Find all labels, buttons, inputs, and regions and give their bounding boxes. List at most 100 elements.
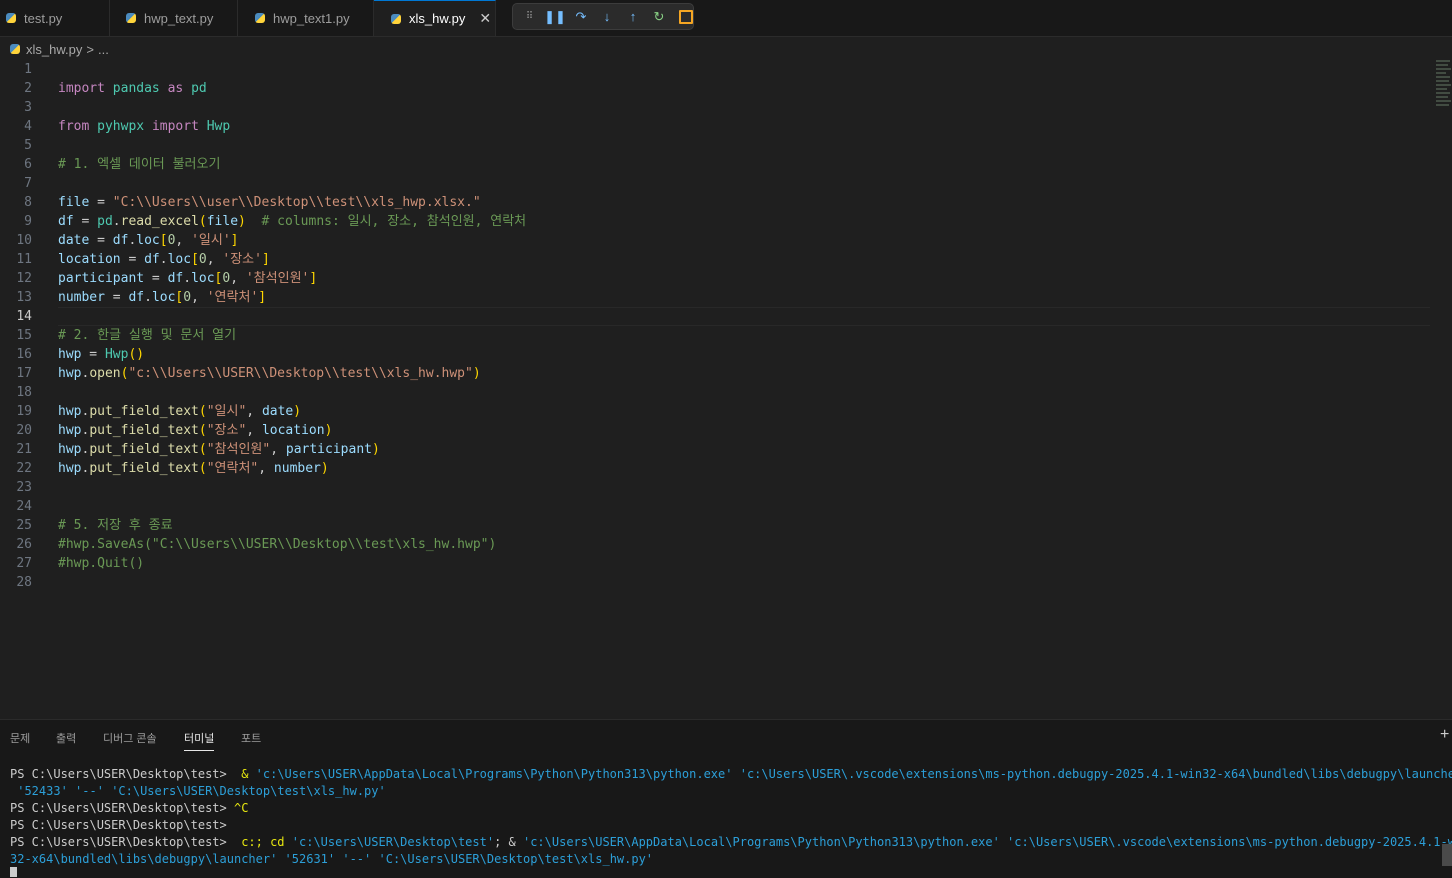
code-line[interactable]: 19 hwp.put_field_text("일시", date) xyxy=(0,402,1430,421)
line-number: 20 xyxy=(16,423,32,438)
line-number: 3 xyxy=(24,100,32,115)
line-number: 1 xyxy=(24,62,32,77)
line-number: 8 xyxy=(24,195,32,210)
minimap[interactable] xyxy=(1436,60,1452,116)
terminal-line: PS C:\Users\USER\Desktop\test> xyxy=(10,818,227,832)
line-number: 23 xyxy=(16,480,32,495)
code-line[interactable]: 2 import pandas as pd xyxy=(0,79,1430,98)
code-line[interactable]: 26 #hwp.SaveAs("C:\\Users\\USER\\Desktop\… xyxy=(0,535,1430,554)
code-line[interactable]: 18 xyxy=(0,383,1430,402)
code-editor[interactable]: 1 2 import pandas as pd 3 4 from pyhwpx impor… xyxy=(0,60,1430,620)
drag-handle-icon[interactable]: ⠿ xyxy=(519,7,539,27)
line-number: 17 xyxy=(16,366,32,381)
tab-test-py[interactable]: test.py xyxy=(0,0,110,36)
code-text: location = df.loc[0, '장소'] xyxy=(58,252,270,267)
breadcrumb-symbol[interactable]: ... xyxy=(98,42,109,57)
code-line[interactable]: 24 xyxy=(0,497,1430,516)
step-over-icon[interactable]: ↷ xyxy=(571,7,591,27)
current-line-highlight xyxy=(58,307,1430,326)
code-line[interactable]: 7 xyxy=(0,174,1430,193)
tab-ports[interactable]: 포트 xyxy=(241,730,261,746)
code-text: number = df.loc[0, '연락처'] xyxy=(58,290,267,305)
code-line[interactable]: 8 file = "C:\\Users\\user\\Desktop\\test\… xyxy=(0,193,1430,212)
stop-icon[interactable] xyxy=(679,9,693,24)
line-number: 5 xyxy=(24,138,32,153)
breadcrumb-file[interactable]: xls_hw.py xyxy=(26,42,82,57)
code-line[interactable]: 22 hwp.put_field_text("연락처", number) xyxy=(0,459,1430,478)
code-line[interactable]: 13 number = df.loc[0, '연락처'] xyxy=(0,288,1430,307)
code-line[interactable]: 11 location = df.loc[0, '장소'] xyxy=(0,250,1430,269)
close-icon[interactable]: ✕ xyxy=(479,10,491,27)
pause-icon[interactable]: ❚❚ xyxy=(544,7,566,27)
python-file-icon xyxy=(6,13,16,23)
terminal-line: PS C:\Users\USER\Desktop\test> ^C xyxy=(10,801,249,815)
line-number: 21 xyxy=(16,442,32,457)
tab-debug-console[interactable]: 디버그 콘솔 xyxy=(103,730,157,746)
code-text: participant = df.loc[0, '참석인원'] xyxy=(58,271,318,286)
python-file-icon xyxy=(10,44,20,54)
line-number: 18 xyxy=(16,385,32,400)
line-number: 9 xyxy=(24,214,32,229)
code-line[interactable]: 17 hwp.open("c:\\Users\\USER\\Desktop\\te… xyxy=(0,364,1430,383)
code-text: hwp.put_field_text("장소", location) xyxy=(58,423,333,438)
code-text: hwp.put_field_text("일시", date) xyxy=(58,404,302,419)
line-number: 24 xyxy=(16,499,32,514)
code-text: # 1. 엑셀 데이터 불러오기 xyxy=(58,157,221,172)
bottom-panel: 문제 출력 디버그 콘솔 터미널 포트 + PS C:\Users\USER\D… xyxy=(0,719,1452,878)
breadcrumb: xls_hw.py > ... xyxy=(10,40,109,58)
code-line[interactable]: 21 hwp.put_field_text("참석인원", participant… xyxy=(0,440,1430,459)
code-line[interactable]: 10 date = df.loc[0, '일시'] xyxy=(0,231,1430,250)
code-line[interactable]: 5 xyxy=(0,136,1430,155)
code-text: from pyhwpx import Hwp xyxy=(58,119,231,134)
code-text: date = df.loc[0, '일시'] xyxy=(58,233,239,248)
code-text: hwp.put_field_text("참석인원", participant) xyxy=(58,442,380,457)
editor-tab-bar: test.py hwp_text.py hwp_text1.py xls_hw.… xyxy=(0,0,1452,37)
line-number: 7 xyxy=(24,176,32,191)
line-number: 2 xyxy=(24,81,32,96)
python-file-icon xyxy=(255,13,265,23)
line-number: 25 xyxy=(16,518,32,533)
line-number: 19 xyxy=(16,404,32,419)
tab-hwp-text-py[interactable]: hwp_text.py xyxy=(110,0,238,36)
code-text: # 2. 한글 실행 및 문서 열기 xyxy=(58,328,237,343)
code-line[interactable]: 20 hwp.put_field_text("장소", location) xyxy=(0,421,1430,440)
code-line[interactable]: 16 hwp = Hwp() xyxy=(0,345,1430,364)
line-number: 12 xyxy=(16,271,32,286)
restart-icon[interactable]: ↻ xyxy=(649,7,669,27)
tab-hwp-text1-py[interactable]: hwp_text1.py xyxy=(238,0,374,36)
tab-problems[interactable]: 문제 xyxy=(10,730,30,746)
tab-terminal[interactable]: 터미널 xyxy=(184,730,215,751)
code-text: #hwp.SaveAs("C:\\Users\\USER\\Desktop\\t… xyxy=(58,537,497,552)
terminal-line: '52433' '--' 'C:\Users\USER\Desktop\test… xyxy=(17,784,386,798)
code-line[interactable]: 15 # 2. 한글 실행 및 문서 열기 xyxy=(0,326,1430,345)
code-text: #hwp.Quit() xyxy=(58,556,145,571)
code-line[interactable]: 25 # 5. 저장 후 종료 xyxy=(0,516,1430,535)
code-line[interactable]: 9 df = pd.read_excel(file) # columns: 일시,… xyxy=(0,212,1430,231)
tab-output[interactable]: 출력 xyxy=(56,730,76,746)
code-line[interactable]: 4 from pyhwpx import Hwp xyxy=(0,117,1430,136)
code-line[interactable]: 3 xyxy=(0,98,1430,117)
code-line[interactable]: 12 participant = df.loc[0, '참석인원'] xyxy=(0,269,1430,288)
tab-label: test.py xyxy=(24,10,63,26)
step-into-icon[interactable]: ↓ xyxy=(597,7,617,27)
code-line[interactable]: 6 # 1. 엑셀 데이터 불러오기 xyxy=(0,155,1430,174)
tab-xls-hw-py[interactable]: xls_hw.py ✕ xyxy=(374,0,496,36)
terminal-line: PS C:\Users\USER\Desktop\test> & 'c:\Use… xyxy=(10,767,1452,781)
terminal-scrollbar[interactable] xyxy=(1442,844,1452,866)
step-out-icon[interactable]: ↑ xyxy=(623,7,643,27)
panel-tabs: 문제 출력 디버그 콘솔 터미널 포트 + xyxy=(0,720,1452,754)
new-terminal-icon[interactable]: + xyxy=(1440,726,1449,744)
line-number: 15 xyxy=(16,328,32,343)
code-line[interactable]: 27 #hwp.Quit() xyxy=(0,554,1430,573)
tab-label: xls_hw.py xyxy=(409,11,466,26)
code-line[interactable]: 28 xyxy=(0,573,1430,592)
tab-label: hwp_text1.py xyxy=(273,10,350,26)
code-text: hwp = Hwp() xyxy=(58,347,145,362)
breadcrumb-separator: > xyxy=(86,41,94,57)
code-text: file = "C:\\Users\\user\\Desktop\\test\\… xyxy=(58,195,481,210)
code-line[interactable]: 23 xyxy=(0,478,1430,497)
code-line[interactable]: 14 xyxy=(0,307,1430,326)
line-number: 27 xyxy=(16,556,32,571)
code-line[interactable]: 1 xyxy=(0,60,1430,79)
terminal-output[interactable]: PS C:\Users\USER\Desktop\test> & 'c:\Use… xyxy=(10,766,1452,868)
